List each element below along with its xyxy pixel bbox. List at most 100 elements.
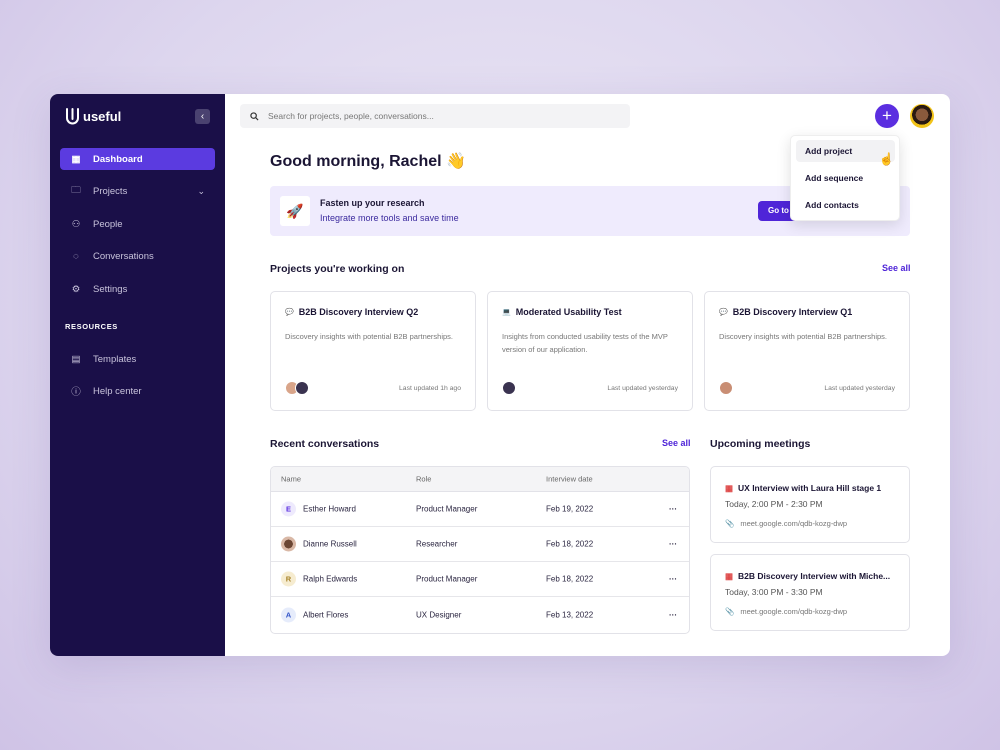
project-description: Discovery insights with potential B2B pa… bbox=[285, 332, 453, 341]
conversations-heading: Recent conversations bbox=[270, 438, 380, 450]
contact-name: Esther Howard bbox=[303, 504, 356, 514]
gear-icon: ⚙ bbox=[71, 283, 81, 295]
search-icon bbox=[250, 111, 259, 121]
avatar bbox=[295, 381, 309, 395]
meeting-link[interactable]: meet.google.com/qdb-kozg-dwp bbox=[740, 607, 847, 616]
hand-cursor-icon: ☝ bbox=[879, 152, 894, 166]
sidebar-item-conversations[interactable]: ◌ Conversations bbox=[60, 245, 215, 267]
avatar bbox=[719, 381, 733, 395]
people-icon: ⚇ bbox=[71, 218, 81, 230]
meeting-time: Today, 3:00 PM - 3:30 PM bbox=[725, 587, 823, 597]
meeting-card[interactable]: ▦ UX Interview with Laura Hill stage 1 To… bbox=[710, 466, 910, 543]
chat-icon: ◌ bbox=[73, 250, 79, 262]
dashboard-icon: ▦ bbox=[71, 153, 81, 165]
table-row[interactable]: A Albert Flores UX Designer Feb 13, 2022… bbox=[271, 597, 689, 632]
project-description: Insights from conducted usability tests … bbox=[502, 332, 668, 354]
last-updated: Last updated yesterday bbox=[607, 385, 678, 392]
sidebar-item-label: Help center bbox=[93, 385, 142, 397]
logo[interactable]: useful bbox=[65, 108, 121, 125]
table-row[interactable]: R Ralph Edwards Product Manager Feb 18, … bbox=[271, 562, 689, 597]
last-updated: Last updated 1h ago bbox=[399, 385, 461, 392]
project-members bbox=[719, 381, 733, 395]
banner-subtitle: Integrate more tools and save time bbox=[320, 213, 459, 223]
project-title: B2B Discovery Interview Q1 bbox=[732, 307, 853, 317]
projects-see-all-link[interactable]: See all bbox=[882, 263, 911, 273]
meeting-title: UX Interview with Laura Hill stage 1 bbox=[738, 483, 882, 493]
paperclip-icon: 📎 bbox=[725, 607, 735, 616]
project-card[interactable]: 💻 Moderated Usability Test Insights from … bbox=[487, 291, 693, 411]
table-row[interactable]: Dianne Russell Researcher Feb 18, 2022 ·… bbox=[271, 527, 689, 562]
template-icon: ▤ bbox=[71, 353, 81, 365]
project-card[interactable]: 💬 B2B Discovery Interview Q2 Discovery in… bbox=[270, 291, 476, 411]
folder-icon: 🗀 bbox=[71, 185, 81, 196]
app-window: useful ‹ ▦ Dashboard 🗀 Projects ⌄ ⚇ People ◌… bbox=[50, 94, 950, 656]
contact-name: Dianne Russell bbox=[303, 539, 357, 549]
sidebar-item-people[interactable]: ⚇ People bbox=[60, 213, 215, 235]
conversations-table: Name Role Interview date E Esther Howard… bbox=[270, 466, 690, 634]
table-row[interactable]: E Esther Howard Product Manager Feb 19, … bbox=[271, 492, 689, 527]
banner-title: Fasten up your research bbox=[320, 198, 425, 208]
project-members bbox=[502, 381, 516, 395]
paperclip-icon: 📎 bbox=[725, 519, 735, 528]
more-options-icon[interactable]: ··· bbox=[669, 575, 677, 584]
logo-text: useful bbox=[83, 109, 122, 124]
user-avatar[interactable] bbox=[910, 104, 934, 128]
contact-role: Product Manager bbox=[416, 504, 478, 514]
avatar: R bbox=[281, 571, 296, 587]
sidebar-item-label: People bbox=[93, 218, 123, 230]
menu-item-add-sequence[interactable]: Add sequence bbox=[796, 167, 895, 189]
project-members bbox=[285, 381, 309, 395]
conversations-see-all-link[interactable]: See all bbox=[662, 438, 691, 448]
add-button[interactable]: + bbox=[875, 104, 899, 128]
sidebar-item-settings[interactable]: ⚙ Settings bbox=[60, 278, 215, 300]
contact-role: Researcher bbox=[416, 539, 458, 549]
projects-heading: Projects you're working on bbox=[270, 263, 405, 275]
contact-role: Product Manager bbox=[416, 574, 478, 584]
sidebar-item-templates[interactable]: ▤ Templates bbox=[60, 348, 215, 370]
calendar-icon: ▦ bbox=[725, 483, 734, 493]
project-description: Discovery insights with potential B2B pa… bbox=[719, 332, 887, 341]
logo-icon bbox=[66, 108, 79, 125]
chat-bubble-icon: 💬 bbox=[719, 309, 728, 316]
contact-role: UX Designer bbox=[416, 610, 462, 619]
rocket-icon: 🚀 bbox=[280, 196, 310, 226]
sidebar-item-label: Dashboard bbox=[93, 153, 143, 165]
project-title: B2B Discovery Interview Q2 bbox=[298, 307, 419, 317]
sidebar: useful ‹ ▦ Dashboard 🗀 Projects ⌄ ⚇ People ◌… bbox=[50, 94, 225, 656]
interview-date: Feb 18, 2022 bbox=[546, 539, 594, 549]
column-header-role: Role bbox=[416, 474, 432, 484]
sidebar-item-projects[interactable]: 🗀 Projects ⌄ bbox=[60, 180, 215, 202]
interview-date: Feb 19, 2022 bbox=[546, 504, 594, 514]
contact-name: Albert Flores bbox=[303, 610, 349, 619]
more-options-icon[interactable]: ··· bbox=[669, 610, 677, 619]
column-header-date: Interview date bbox=[546, 474, 593, 484]
sidebar-item-help-center[interactable]: ⓘ Help center bbox=[60, 380, 215, 402]
sidebar-item-dashboard[interactable]: ▦ Dashboard bbox=[60, 148, 215, 170]
meeting-title: B2B Discovery Interview with Miche... bbox=[738, 571, 891, 581]
avatar: E bbox=[281, 501, 296, 517]
avatar bbox=[281, 536, 296, 552]
contact-name: Ralph Edwards bbox=[303, 574, 358, 584]
meeting-link[interactable]: meet.google.com/qdb-kozg-dwp bbox=[740, 519, 847, 528]
last-updated: Last updated yesterday bbox=[824, 385, 895, 392]
page-title: Good morning, Rachel 👋 bbox=[270, 153, 466, 170]
meeting-time: Today, 2:00 PM - 2:30 PM bbox=[725, 499, 823, 509]
resources-heading: RESOURCES bbox=[65, 322, 118, 331]
interview-date: Feb 18, 2022 bbox=[546, 574, 594, 584]
sidebar-item-label: Conversations bbox=[93, 250, 154, 262]
meeting-card[interactable]: ▦ B2B Discovery Interview with Miche... T… bbox=[710, 554, 910, 631]
search-input[interactable]: Search for projects, people, conversatio… bbox=[240, 104, 630, 128]
help-icon: ⓘ bbox=[71, 387, 81, 398]
project-card[interactable]: 💬 B2B Discovery Interview Q1 Discovery in… bbox=[704, 291, 910, 411]
more-options-icon[interactable]: ··· bbox=[669, 505, 677, 514]
avatar bbox=[502, 381, 516, 395]
search-placeholder: Search for projects, people, conversatio… bbox=[268, 111, 434, 121]
column-header-name: Name bbox=[281, 474, 302, 484]
menu-item-add-contacts[interactable]: Add contacts bbox=[796, 194, 895, 216]
add-dropdown-menu: Add project Add sequence Add contacts ☝ bbox=[790, 135, 900, 221]
collapse-sidebar-button[interactable]: ‹ bbox=[195, 109, 210, 124]
sidebar-item-label: Templates bbox=[93, 353, 137, 365]
more-options-icon[interactable]: ··· bbox=[669, 540, 677, 549]
laptop-icon: 💻 bbox=[502, 309, 511, 316]
sidebar-item-label: Settings bbox=[93, 283, 128, 295]
